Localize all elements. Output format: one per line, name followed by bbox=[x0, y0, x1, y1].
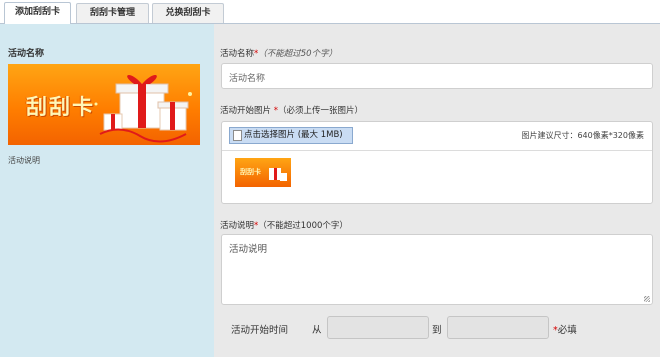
image-hint: （必须上传一张图片） bbox=[277, 106, 363, 116]
resize-grip-icon[interactable] bbox=[644, 296, 650, 302]
start-time-input[interactable] bbox=[327, 316, 429, 339]
tab-scratch-card-management[interactable]: 刮刮卡管理 bbox=[76, 3, 149, 23]
file-icon bbox=[233, 130, 242, 141]
description-label-row: 活动说明*（不能超过1000个字） bbox=[220, 219, 348, 231]
activity-name-placeholder: 活动名称 bbox=[229, 74, 266, 84]
preview-panel: 活动名称 刮刮卡 活动说明 bbox=[0, 24, 214, 357]
image-label: 活动开始图片 bbox=[220, 106, 272, 116]
start-time-label: 活动开始时间 bbox=[231, 325, 289, 336]
tab-bar: 添加刮刮卡 刮刮卡管理 兑换刮刮卡 bbox=[0, 0, 660, 24]
name-label-row: 活动名称*（不能超过50个字） bbox=[220, 47, 337, 59]
select-image-button[interactable]: 点击选择图片 (最大 1MB) bbox=[229, 127, 353, 144]
banner-text: 刮刮卡 bbox=[26, 95, 95, 119]
preview-banner: 刮刮卡 bbox=[8, 64, 200, 145]
thumbnail-text: 刮刮卡 bbox=[240, 168, 261, 176]
tab-redeem-scratch-card[interactable]: 兑换刮刮卡 bbox=[152, 3, 224, 23]
image-upload-box: 点击选择图片 (最大 1MB) 图片建议尺寸：640像素*320像素 刮刮卡 bbox=[221, 121, 653, 204]
gift-boxes-icon bbox=[269, 168, 287, 181]
description-hint: （不能超过1000个字） bbox=[258, 221, 348, 231]
from-label: 从 bbox=[312, 325, 322, 336]
divider bbox=[222, 150, 652, 151]
tab-add-scratch-card[interactable]: 添加刮刮卡 bbox=[4, 2, 71, 24]
name-hint: （不能超过50个字） bbox=[258, 49, 338, 59]
preview-description: 活动说明 bbox=[8, 156, 40, 165]
image-size-hint: 图片建议尺寸：640像素*320像素 bbox=[521, 131, 644, 140]
image-label-row: 活动开始图片 *（必须上传一张图片） bbox=[220, 104, 363, 116]
form-panel: 活动名称*（不能超过50个字） 活动名称 活动开始图片 *（必须上传一张图片） … bbox=[214, 24, 660, 357]
required-note: *必填 bbox=[553, 322, 577, 336]
uploaded-image-thumbnail[interactable]: 刮刮卡 bbox=[235, 158, 291, 187]
gift-boxes-icon bbox=[94, 74, 192, 143]
description-label: 活动说明 bbox=[220, 221, 255, 231]
name-label: 活动名称 bbox=[220, 49, 255, 59]
description-value: 活动说明 bbox=[229, 244, 268, 255]
to-label: 到 bbox=[432, 325, 442, 336]
end-time-input[interactable] bbox=[447, 316, 549, 339]
select-image-label: 点击选择图片 (最大 1MB) bbox=[244, 130, 343, 140]
required-text: 必填 bbox=[557, 325, 577, 336]
description-textarea[interactable]: 活动说明 bbox=[221, 234, 653, 305]
preview-title: 活动名称 bbox=[8, 49, 45, 59]
activity-name-input[interactable]: 活动名称 bbox=[221, 63, 653, 89]
